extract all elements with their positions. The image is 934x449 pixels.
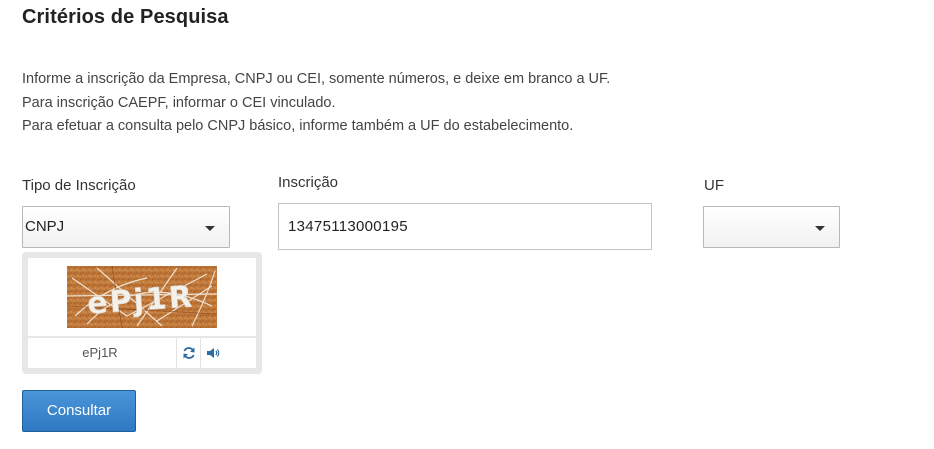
chevron-down-icon [205,226,215,231]
instructions-text: Informe a inscrição da Empresa, CNPJ ou … [22,68,610,139]
captcha-image-text: ePj1R [86,279,195,321]
captcha-refresh-button[interactable] [176,338,200,368]
captcha-controls: ePj1R [28,338,256,368]
inscricao-value: 13475113000195 [288,218,408,235]
instruction-line: Informe a inscrição da Empresa, CNPJ ou … [22,71,611,87]
uf-select[interactable] [703,206,840,248]
uf-label: UF [704,177,724,194]
refresh-icon [183,347,195,359]
captcha-answer-input[interactable]: ePj1R [28,338,172,368]
inscricao-label: Inscrição [278,174,339,191]
captcha-image-area: ePj1R [28,258,256,336]
tipo-inscricao-value: CNPJ [25,218,65,235]
captcha-image: ePj1R [67,266,217,328]
inscricao-input[interactable]: 13475113000195 [278,203,652,250]
tipo-inscricao-select[interactable]: CNPJ [22,206,230,248]
instruction-line: Para efetuar a consulta pelo CNPJ básico… [22,118,574,134]
captcha-widget: ePj1R ePj1R [22,252,262,374]
tipo-inscricao-label: Tipo de Inscrição [22,177,136,194]
instruction-line: Para inscrição CAEPF, informar o CEI vin… [22,94,336,111]
captcha-audio-button[interactable] [200,338,224,368]
speaker-icon [207,348,220,358]
chevron-down-icon [815,226,825,231]
search-criteria-page: Critérios de Pesquisa Informe a inscriçã… [0,0,934,449]
page-title: Critérios de Pesquisa [22,6,229,28]
consultar-button[interactable]: Consultar [22,390,136,432]
